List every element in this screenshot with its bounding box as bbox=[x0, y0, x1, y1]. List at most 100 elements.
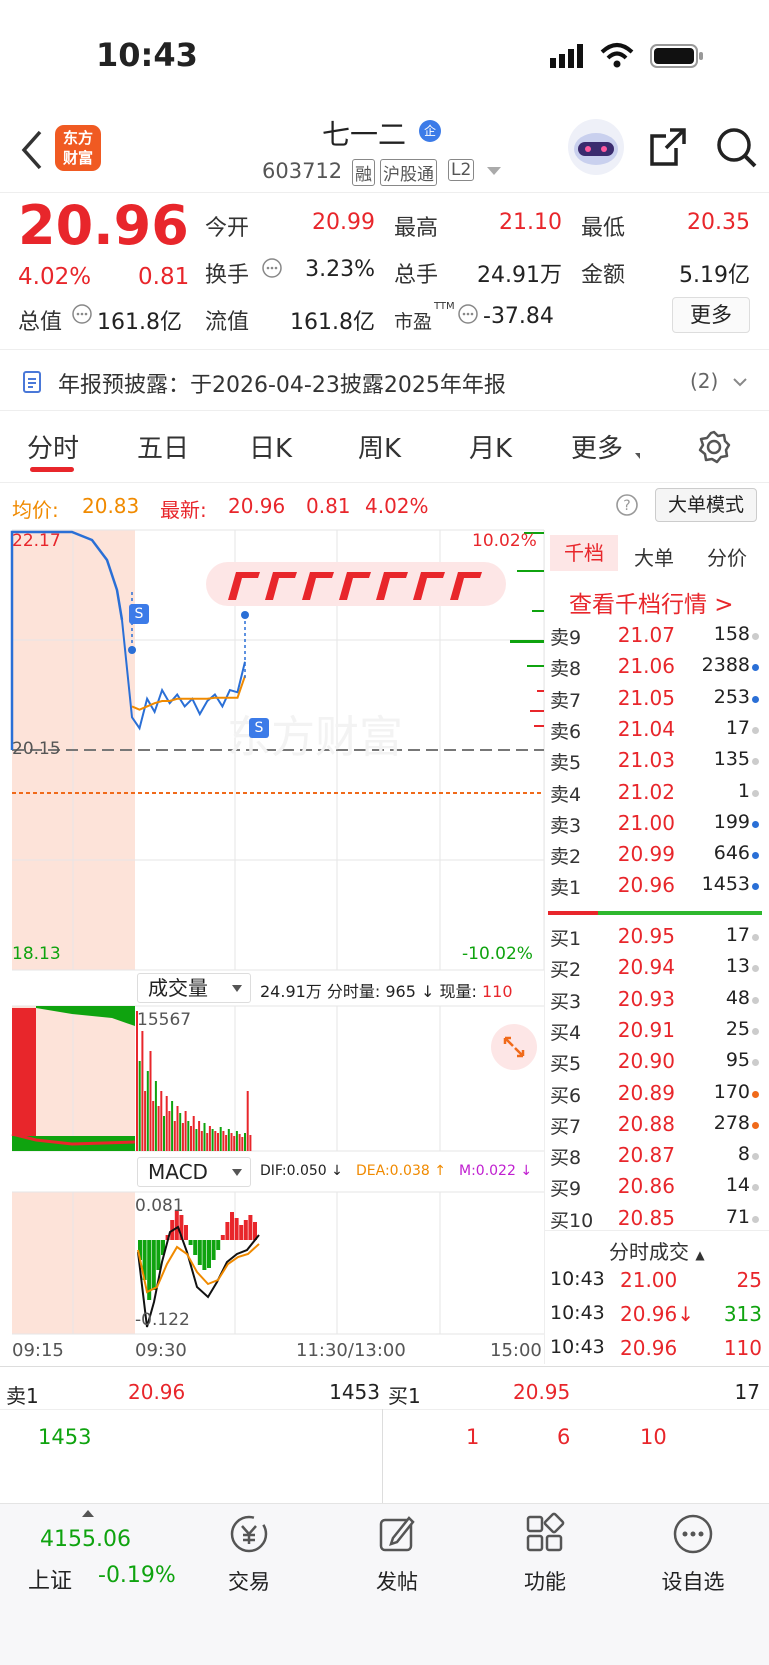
bids-level-label: 买8 bbox=[550, 1147, 582, 1170]
asks-level-price: 21.02 bbox=[617, 779, 675, 804]
volume-bar bbox=[157, 1106, 160, 1151]
index-pct[interactable]: -0.19% bbox=[98, 1563, 176, 1588]
bids-level-volume: 25 bbox=[725, 1017, 750, 1040]
volume-bar bbox=[198, 1121, 201, 1151]
volume-bar bbox=[165, 1096, 168, 1151]
volume-bar bbox=[219, 1127, 222, 1151]
tab-monthly[interactable]: 月K bbox=[469, 428, 512, 465]
asks-level-label: 卖2 bbox=[550, 846, 582, 869]
order-dot-icon bbox=[752, 852, 759, 860]
macd-bar bbox=[197, 1240, 202, 1265]
y-top-label: 22.17 bbox=[12, 531, 61, 551]
volume-bar bbox=[160, 1091, 163, 1151]
volume-bar bbox=[249, 1135, 252, 1151]
help-icon[interactable]: ? bbox=[615, 493, 639, 517]
trades-title[interactable]: 分时成交 ▲ bbox=[609, 1236, 705, 1265]
nav-trade[interactable]: 交易 bbox=[189, 1512, 309, 1596]
macd-bar bbox=[151, 1240, 156, 1290]
queue-ask-vol: 1453 bbox=[329, 1380, 380, 1404]
index-value[interactable]: 4155.06 bbox=[40, 1527, 131, 1552]
macd-bar bbox=[220, 1235, 225, 1240]
order-dot-icon bbox=[752, 695, 759, 703]
tag-connect: 沪股通 bbox=[380, 159, 437, 186]
asks-level-price: 21.05 bbox=[617, 685, 675, 710]
high-value: 21.10 bbox=[499, 210, 562, 235]
tab-intraday[interactable]: 分时 bbox=[27, 428, 79, 465]
notice-count[interactable]: (2) bbox=[690, 369, 718, 393]
macd-bar bbox=[202, 1240, 207, 1270]
volume-bar bbox=[214, 1131, 217, 1151]
volume-indicator-select[interactable]: 成交量 bbox=[137, 973, 251, 1003]
depth-bars bbox=[510, 532, 544, 727]
share-icon[interactable] bbox=[648, 126, 688, 168]
search-icon[interactable] bbox=[715, 126, 759, 170]
volume-info: 24.91万 分时量: 965 ↓ 现量: 110 bbox=[260, 982, 513, 1001]
volume-bar bbox=[238, 1134, 241, 1151]
asks-level-label: 卖8 bbox=[550, 658, 582, 681]
bids-level-price: 20.91 bbox=[617, 1017, 675, 1042]
macd-bar bbox=[193, 1240, 198, 1255]
new-pct: 4.02% bbox=[365, 494, 429, 518]
macd-indicator-select[interactable]: MACD bbox=[137, 1157, 251, 1187]
bids-level-price: 20.85 bbox=[617, 1205, 675, 1230]
side-tab-depth[interactable]: 千档 bbox=[550, 535, 618, 571]
dropdown-caret-icon[interactable] bbox=[487, 167, 501, 175]
depth-link[interactable]: 查看千档行情 > bbox=[569, 585, 734, 619]
tab-daily[interactable]: 日K bbox=[249, 428, 292, 465]
float-value: 161.8亿 bbox=[290, 310, 375, 335]
asks-level-volume: 646 bbox=[713, 842, 750, 865]
bigorder-mode-button[interactable]: 大单模式 bbox=[655, 488, 757, 522]
order-dot-icon bbox=[752, 1121, 759, 1129]
volume-bar bbox=[141, 1031, 144, 1151]
notice-text[interactable]: 年报预披露：于2026-04-23披露2025年年报 bbox=[58, 367, 506, 399]
side-tab-bigorder[interactable]: 大单 bbox=[634, 542, 674, 571]
queue-ask-price: 20.96 bbox=[128, 1380, 186, 1404]
mcap-label: 总值 bbox=[18, 310, 63, 335]
macd-dif: DIF:0.050 ↓ bbox=[260, 1163, 343, 1179]
gear-icon[interactable] bbox=[697, 430, 731, 464]
macd-bar bbox=[211, 1240, 216, 1260]
bids-level-label: 买6 bbox=[550, 1084, 582, 1107]
back-icon[interactable] bbox=[20, 130, 44, 170]
time-label: 15:00 bbox=[490, 1340, 542, 1361]
expand-button[interactable] bbox=[491, 1024, 537, 1070]
status-time: 10:43 bbox=[96, 36, 198, 74]
yuan-icon bbox=[230, 1515, 268, 1553]
macd-bar bbox=[156, 1240, 161, 1270]
bids-level-price: 20.93 bbox=[617, 986, 675, 1011]
chevron-down-icon[interactable] bbox=[732, 377, 748, 387]
index-name[interactable]: 上证 bbox=[28, 1563, 72, 1595]
enterprise-badge: 企 bbox=[419, 120, 441, 142]
bids-level-volume: 95 bbox=[725, 1049, 750, 1072]
bids-level-label: 买2 bbox=[550, 959, 582, 982]
bids-level-price: 20.87 bbox=[617, 1143, 675, 1168]
high-label: 最高 bbox=[394, 216, 439, 241]
asks-level-price: 21.00 bbox=[617, 810, 675, 835]
tab-weekly[interactable]: 周K bbox=[358, 428, 401, 465]
macd-bar bbox=[239, 1225, 244, 1240]
info-dots-icon[interactable] bbox=[72, 304, 92, 324]
tab-more[interactable]: 更多 bbox=[571, 428, 623, 465]
volume-bar bbox=[152, 1101, 155, 1151]
more-button[interactable]: 更多 bbox=[672, 297, 750, 333]
info-dots-icon[interactable] bbox=[458, 304, 478, 324]
volume-bar bbox=[190, 1126, 192, 1151]
nav-add-watchlist[interactable]: 设自选 bbox=[633, 1512, 753, 1596]
nav-post[interactable]: 发帖 bbox=[337, 1512, 457, 1596]
volume-bar bbox=[144, 1091, 147, 1151]
robot-avatar-icon[interactable] bbox=[565, 118, 627, 176]
asks-level-volume: 135 bbox=[713, 748, 750, 771]
volume-label: 总手 bbox=[394, 263, 439, 288]
bids-level-price: 20.86 bbox=[617, 1174, 675, 1199]
info-dots-icon[interactable] bbox=[262, 258, 282, 278]
volume-bar bbox=[227, 1129, 230, 1151]
tab-5day[interactable]: 五日 bbox=[137, 428, 189, 465]
bids-level-volume: 48 bbox=[725, 986, 750, 1009]
bids-level-label: 买4 bbox=[550, 1021, 582, 1044]
nav-functions[interactable]: 功能 bbox=[485, 1512, 605, 1596]
volume-bar bbox=[222, 1131, 225, 1151]
bids-level-label: 买3 bbox=[550, 990, 582, 1013]
pe-label: 市盈 bbox=[394, 311, 433, 333]
side-tab-pricevol[interactable]: 分价 bbox=[707, 542, 747, 571]
volume-bar bbox=[187, 1121, 190, 1151]
